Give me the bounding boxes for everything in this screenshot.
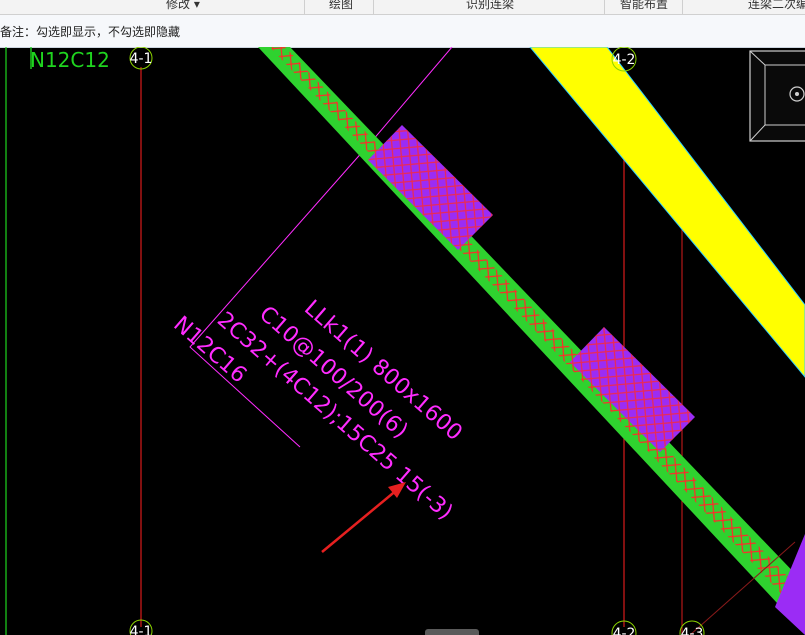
axis-label-4-2-top: 4-2 [613,52,636,68]
hint-text: 备注：勾选即显示，不勾选即隐藏 [0,25,181,39]
tab-second-edit[interactable]: 连梁二次编 [748,0,805,13]
ribbon-divider [304,0,305,14]
axis-label-4-2-bottom: 4-2 [613,626,636,635]
axis-label-4-1-bottom: 4-1 [130,624,153,635]
top-rebar-label: N12C12 [30,48,110,72]
cad-drawing[interactable]: N12C12 4-1 4-2 4-1 4-2 4-3 LLk1(1) 800x1… [0,47,805,635]
hint-bar: 备注：勾选即显示，不勾选即隐藏 [0,15,805,48]
ribbon-divider [604,0,605,14]
tab-identify-beam[interactable]: 识别连梁 [466,0,514,13]
tab-modify[interactable]: 修改 ▾ [166,0,200,13]
horizontal-scroll-thumb[interactable] [425,629,479,635]
ribbon-divider [682,0,683,14]
ribbon-divider [373,0,374,14]
tab-draw[interactable]: 绘图 [329,0,353,13]
leader-line [371,47,453,142]
cad-canvas[interactable]: N12C12 4-1 4-2 4-1 4-2 4-3 LLk1(1) 800x1… [0,47,805,635]
ribbon-toolbar: 修改 ▾ 绘图 识别连梁 智能布置 连梁二次编 [0,0,805,15]
annotation-leader [189,140,373,448]
tab-smart-layout[interactable]: 智能布置 [620,0,668,13]
axis-label-4-1-top: 4-1 [130,51,153,67]
red-arrow-icon [321,482,406,553]
beam-annotation: LLk1(1) 800x1600 C10@100/200(6) 2C32+(4C… [168,296,466,526]
axis-label-4-3-bottom: 4-3 [681,626,704,635]
view-cube[interactable] [749,50,805,142]
